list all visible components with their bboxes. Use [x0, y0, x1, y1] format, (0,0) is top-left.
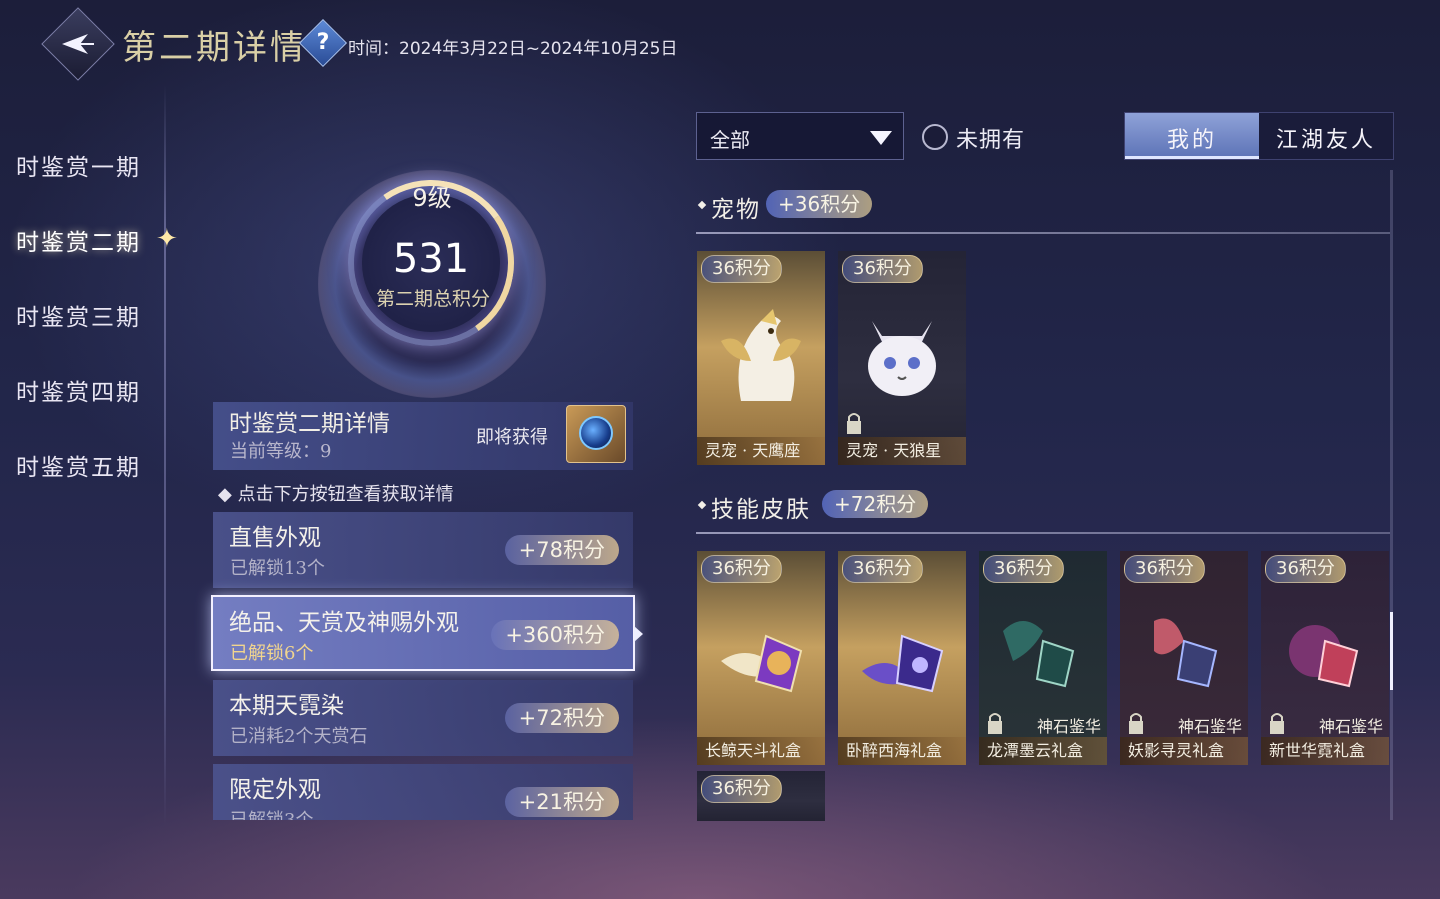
- section-bullet: [697, 500, 707, 510]
- category-sub: 已解锁3个: [230, 806, 313, 820]
- hint-text: ◆ 点击下方按钮查看获取详情: [218, 484, 454, 505]
- category-limited[interactable]: 限定外观 已解锁3个 +21积分: [213, 764, 633, 820]
- category-points: +21积分: [504, 787, 619, 817]
- section-bullet: [697, 200, 707, 210]
- item-source: 神石鉴华: [1318, 717, 1383, 736]
- item-name: 妖影寻灵礼盒: [1120, 737, 1248, 765]
- period-text: 时间：2024年3月22日~2024年10月25日: [348, 39, 678, 59]
- item-name: 灵宠 · 天狼星: [838, 437, 966, 465]
- category-title: 限定外观: [229, 777, 321, 803]
- category-title: 直售外观: [229, 525, 321, 551]
- category-sub: 已解锁6个: [230, 643, 314, 664]
- section-points-skins: +72积分: [822, 490, 929, 518]
- eagle-pet-icon: [721, 309, 801, 401]
- item-card[interactable]: 36积分 神石鉴华 新世华霓礼盒: [1261, 551, 1389, 765]
- dragon-box-icon: [1003, 621, 1075, 688]
- lock-icon: [1129, 713, 1143, 734]
- item-points-badge: 36积分: [842, 255, 923, 283]
- item-points-badge: 36积分: [983, 555, 1064, 583]
- sidebar-divider: [164, 85, 166, 825]
- item-points-badge: 36积分: [842, 555, 923, 583]
- item-name: 灵宠 · 天鹰座: [697, 437, 825, 465]
- reward-orb-icon: [579, 416, 613, 450]
- wolf-pet-icon: [868, 321, 936, 396]
- nav-item-period-3[interactable]: 时鉴赏三期: [16, 298, 141, 332]
- category-direct-sale[interactable]: 直售外观 已解锁13个 +78积分: [213, 512, 633, 588]
- category-dye[interactable]: 本期天霓染 已消耗2个天赏石 +72积分: [213, 680, 633, 756]
- nav-item-period-5[interactable]: 时鉴赏五期: [16, 448, 141, 482]
- item-name: 卧醉西海礼盒: [838, 737, 966, 765]
- item-points-badge: 36积分: [701, 555, 782, 583]
- whale-fan-icon: [721, 634, 803, 693]
- category-points: +78积分: [504, 535, 619, 565]
- fox-box-icon: [1154, 618, 1218, 688]
- item-source: 神石鉴华: [1177, 717, 1242, 736]
- category-sub: 已解锁13个: [230, 558, 325, 579]
- item-source: 神石鉴华: [1036, 717, 1101, 736]
- item-card[interactable]: 36积分 灵宠 · 天狼星: [838, 251, 966, 465]
- soon-label: 即将获得: [476, 427, 548, 448]
- scrollbar-thumb[interactable]: [1390, 612, 1393, 690]
- current-level: 当前等级：9: [230, 441, 332, 462]
- scrollbar-track[interactable]: [1390, 170, 1393, 820]
- section-divider: [696, 232, 1390, 234]
- item-card[interactable]: 36积分 神石鉴华 龙潭墨云礼盒: [979, 551, 1107, 765]
- back-arrow-icon[interactable]: [58, 26, 98, 62]
- section-divider: [696, 532, 1390, 534]
- section-title-pets: 宠物: [711, 197, 761, 223]
- item-points-badge: 36积分: [1265, 555, 1346, 583]
- nav-item-period-2[interactable]: 时鉴赏二期: [16, 223, 141, 257]
- category-points: +72积分: [504, 703, 619, 733]
- tab-mine[interactable]: 我的: [1125, 122, 1259, 154]
- category-sub: 已消耗2个天赏石: [230, 726, 368, 747]
- item-points-badge: 36积分: [701, 255, 782, 283]
- detail-title: 时鉴赏二期详情: [229, 411, 390, 437]
- section-title-skins: 技能皮肤: [711, 497, 811, 523]
- item-points-badge: 36积分: [701, 775, 782, 803]
- lock-icon: [1270, 713, 1284, 734]
- tab-friends[interactable]: 江湖友人: [1259, 122, 1393, 154]
- chevron-down-icon[interactable]: [870, 131, 892, 145]
- section-points-pets: +36积分: [766, 190, 873, 218]
- nav-item-period-4[interactable]: 时鉴赏四期: [16, 373, 141, 407]
- selected-arrow-icon: [634, 626, 643, 642]
- filter-dropdown-value: 全部: [710, 128, 750, 152]
- unowned-label[interactable]: 未拥有: [956, 122, 1025, 154]
- nav-item-period-1[interactable]: 时鉴赏一期: [16, 148, 141, 182]
- item-card[interactable]: 36积分: [697, 771, 825, 821]
- total-points: 531: [392, 236, 470, 282]
- level-label: 9级: [412, 184, 452, 212]
- item-name: 长鲸天斗礼盒: [697, 737, 825, 765]
- total-points-label: 第二期总积分: [375, 288, 490, 310]
- item-points-badge: 36积分: [1124, 555, 1205, 583]
- item-card[interactable]: 36积分 长鲸天斗礼盒: [697, 551, 825, 765]
- unowned-radio[interactable]: [922, 124, 948, 150]
- category-title: 本期天霓染: [229, 693, 344, 719]
- category-points: +360积分: [491, 620, 619, 650]
- item-card[interactable]: 36积分 神石鉴华 妖影寻灵礼盒: [1120, 551, 1248, 765]
- lock-icon: [847, 413, 861, 434]
- lantern-box-icon: [1289, 625, 1359, 688]
- item-name: 龙潭墨云礼盒: [979, 737, 1107, 765]
- item-card[interactable]: 36积分 灵宠 · 天鹰座: [697, 251, 825, 465]
- lock-icon: [988, 713, 1002, 734]
- page-title: 第二期详情: [122, 28, 307, 68]
- item-name: 新世华霓礼盒: [1261, 737, 1389, 765]
- sea-fan-icon: [862, 634, 944, 693]
- category-title: 绝品、天赏及神赐外观: [229, 610, 459, 636]
- item-card[interactable]: 36积分 卧醉西海礼盒: [838, 551, 966, 765]
- active-star-icon: ✦: [156, 224, 178, 254]
- category-premium[interactable]: 绝品、天赏及神赐外观 已解锁6个 +360积分: [211, 595, 635, 671]
- question-mark-icon[interactable]: ?: [306, 26, 340, 60]
